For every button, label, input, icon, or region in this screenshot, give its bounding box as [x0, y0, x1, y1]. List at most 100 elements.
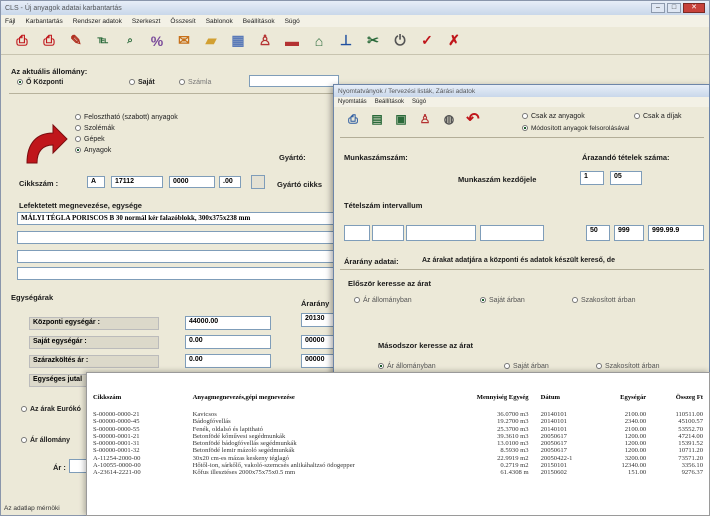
search-code-icon[interactable]: ⌕ [119, 30, 141, 52]
undo-icon[interactable]: ↶ [464, 110, 482, 128]
material-start-label: Munkaszám kezdőjele [458, 175, 537, 184]
column-header[interactable]: Dátum [535, 373, 598, 411]
menu-item[interactable]: Fájl [5, 18, 15, 25]
table-row[interactable]: A-23614-2221-00 Kőfus illesztéses 2000x75… [87, 469, 709, 476]
own-price-extra[interactable]: 00000 [301, 335, 335, 349]
column-header[interactable]: Összeg Ft [652, 373, 709, 411]
maximize-button[interactable]: □ [667, 3, 681, 13]
radio-prices-only[interactable]: Csak a díjak [634, 113, 682, 120]
column-header[interactable]: Anyagmegnevezés,gépi megnevezése [173, 373, 443, 411]
person-icon[interactable]: ♙ [416, 110, 434, 128]
central-price-extra[interactable]: 20130 [301, 313, 335, 327]
globe-icon[interactable]: ◍ [440, 110, 458, 128]
table-row[interactable]: A-11254-2000-00 30x20 cm-es mázas keskeny… [87, 455, 709, 462]
calculator-icon[interactable]: ▦ [227, 30, 249, 52]
edit-icon[interactable]: ✎ [65, 30, 87, 52]
tools-icon[interactable]: ✂ [362, 30, 384, 52]
print-icon[interactable]: ⎙ [11, 30, 33, 52]
dry-price-field[interactable]: 0.00 [185, 354, 271, 368]
menu-item[interactable]: Összesít [170, 18, 195, 25]
radio-materials-only[interactable]: Csak az anyagok [522, 113, 585, 120]
range-from-field[interactable]: 50 [586, 225, 610, 241]
code-icon[interactable]: ℡ [92, 30, 114, 52]
person-icon[interactable]: ♙ [254, 30, 276, 52]
interval-field[interactable] [372, 225, 404, 241]
euro-price-checkbox[interactable]: Az árak Eurókó [21, 406, 81, 413]
menu-item[interactable]: Beállítások [243, 18, 275, 25]
table-row[interactable]: S-00000-0001-32 Betonfödé lemir mázoló se… [87, 447, 709, 454]
table-cell: 30x20 cm-es mázas keskeny téglagó [192, 454, 289, 462]
range-mid-field[interactable]: 999 [614, 225, 644, 241]
description-field[interactable]: MÁLYI TÉGLA PORISCOS B 30 normál kér fal… [17, 212, 339, 225]
second-order-option[interactable]: Ár állományban [378, 363, 436, 370]
save-icon[interactable]: ▣ [392, 110, 410, 128]
type-option[interactable]: Gépek [75, 136, 105, 143]
code-part3-field[interactable]: .00 [219, 176, 241, 188]
interval-field[interactable] [480, 225, 544, 241]
description-field-4[interactable] [17, 267, 339, 280]
table-row[interactable]: S-00000-0001-21 Betonfödé kőművesi segédm… [87, 433, 709, 440]
table-row[interactable]: S-00000-0000-45 Bádogfóvellás 19.2700 m3 20… [87, 418, 709, 425]
central-price-field[interactable]: 44000.00 [185, 316, 271, 330]
type-option[interactable]: Felosztható (szabott) anyagok [75, 114, 178, 121]
dialog-menu-item[interactable]: Súgó [412, 99, 426, 105]
table-cell: 20050422-1 [540, 454, 573, 462]
description-field-3[interactable] [17, 250, 339, 263]
first-order-option[interactable]: Szakosított árban [572, 297, 635, 304]
first-order-option[interactable]: Ár állományban [354, 297, 412, 304]
radio-other[interactable]: Számla [179, 79, 211, 86]
second-order-option[interactable]: Saját árban [504, 363, 549, 370]
radio-modified[interactable]: Módosított anyagok felsorolásával [522, 125, 629, 132]
table-cell: 25.3700 m3 [497, 425, 529, 433]
column-header[interactable]: Egységár [598, 373, 653, 411]
interval-field[interactable] [344, 225, 370, 241]
dry-price-extra[interactable]: 00000 [301, 354, 335, 368]
column-header[interactable]: Mennyiség Egység [443, 373, 535, 411]
gift-icon[interactable]: ✉ [173, 30, 195, 52]
table-row[interactable]: A-10055-0000-00 Hőtől-ion, sárkőlő, vakol… [87, 462, 709, 469]
first-order-option[interactable]: Saját árban [480, 297, 525, 304]
cancel-icon[interactable]: ✗ [443, 30, 465, 52]
second-order-option[interactable]: Szakosított árban [596, 363, 659, 370]
chart-icon[interactable]: ⊥ [335, 30, 357, 52]
check-icon[interactable]: ✓ [416, 30, 438, 52]
column-header[interactable]: Cikkszám [87, 373, 173, 411]
minimize-button[interactable]: – [651, 3, 665, 13]
book-icon[interactable]: ▬ [281, 30, 303, 52]
print-preview-icon[interactable]: ⎙ [38, 30, 60, 52]
dialog-menu-item[interactable]: Beállítások [375, 99, 404, 105]
table-row[interactable]: S-00000-0000-55 Fenék, oldalsó és lapitha… [87, 426, 709, 433]
menu-item[interactable]: Karbantartás [25, 18, 62, 25]
code-part1-field[interactable]: 17112 [111, 176, 163, 188]
percent-icon[interactable]: % [146, 30, 168, 52]
code-lookup-button[interactable] [251, 175, 265, 189]
dialog-menu-item[interactable]: Nyomtatás [338, 99, 367, 105]
menu-item[interactable]: Szerkeszt [132, 18, 161, 25]
code-part2-field[interactable]: 0000 [169, 176, 215, 188]
menu-item[interactable]: Rendszer adatok [73, 18, 122, 25]
radio-own[interactable]: Saját [129, 79, 155, 86]
file-field[interactable] [249, 75, 339, 87]
power-icon[interactable]: ⏻ [389, 30, 411, 52]
menu-item[interactable]: Sablonok [206, 18, 233, 25]
close-button[interactable]: ✕ [683, 3, 705, 13]
own-price-field[interactable]: 0.00 [185, 335, 271, 349]
document-icon[interactable]: ▤ [368, 110, 386, 128]
material-start-field-2[interactable]: 05 [610, 171, 642, 185]
folder-icon[interactable]: ▰ [200, 30, 222, 52]
print-icon[interactable]: ⎙ [344, 110, 362, 128]
warehouse-icon[interactable]: ⌂ [308, 30, 330, 52]
material-start-field[interactable]: 1 [580, 171, 604, 185]
type-option[interactable]: Anyagok [75, 147, 111, 154]
price-file-checkbox[interactable]: Ár állomány [21, 437, 70, 444]
code-prefix-field[interactable]: A [87, 176, 105, 188]
radio-central[interactable]: Ő Központi [17, 79, 63, 86]
range-to-field[interactable]: 999.99.9 [648, 225, 704, 241]
table-row[interactable]: S-00000-0000-21 Kavicsos 36.0700 m3 2014010… [87, 411, 709, 418]
menu-item[interactable]: Súgó [285, 18, 300, 25]
table-cell: 39.3610 m3 [497, 432, 529, 440]
table-row[interactable]: S-00000-0001-31 Betonfödé bádogfóvellás s… [87, 440, 709, 447]
interval-field[interactable] [406, 225, 476, 241]
type-option[interactable]: Szolémák [75, 125, 115, 132]
description-field-2[interactable] [17, 231, 339, 244]
